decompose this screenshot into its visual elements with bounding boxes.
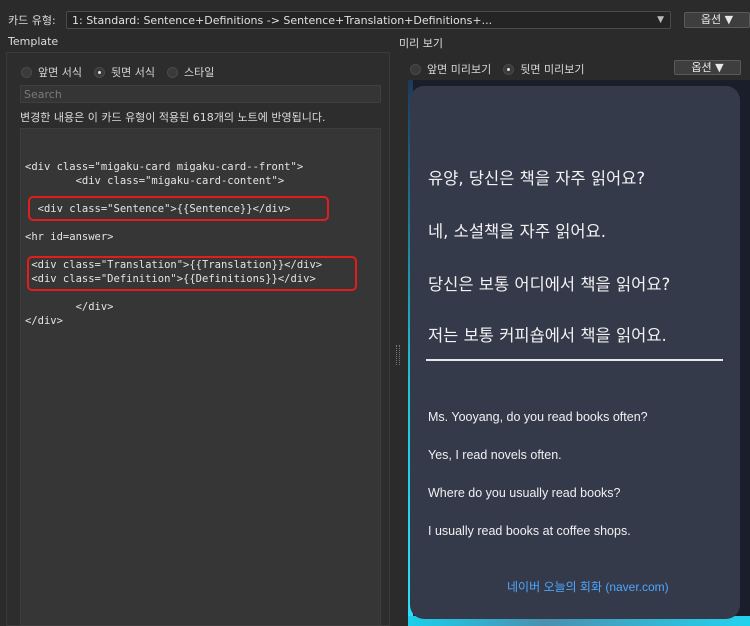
code-line: <hr id=answer> [25, 231, 114, 243]
tab-styling[interactable]: 스타일 [166, 64, 215, 80]
translation-line: Where do you usually read books? [428, 486, 621, 500]
tab-front-template[interactable]: 앞면 서식 [21, 64, 82, 80]
sentence-line: 당신은 보통 어디에서 책을 읽어요? [428, 275, 671, 294]
options-button-top[interactable]: 옵션 ▼ [684, 12, 750, 28]
highlight-box-sentence [28, 196, 329, 221]
sentence-line: 저는 보통 커피숍에서 책을 읽어요. [428, 326, 667, 345]
sentence-line: 네, 소설책을 자주 읽어요. [428, 222, 607, 241]
sentence-line: 유양, 당신은 책을 자주 읽어요? [428, 169, 646, 188]
card-type-label: 카드 유형: [8, 14, 56, 27]
template-tabs: 앞면 서식 뒷면 서식 스타일 [21, 64, 220, 80]
tab-label: 스타일 [183, 66, 215, 79]
radio-icon [166, 66, 178, 78]
code-line: <div class="migaku-card migaku-card--fro… [25, 161, 304, 173]
card-type-select[interactable]: 1: Standard: Sentence+Definitions -> Sen… [66, 11, 671, 29]
source-link[interactable]: 네이버 오늘의 회화 (naver.com) [507, 578, 669, 595]
tab-label: 앞면 미리보기 [427, 63, 492, 76]
search-input[interactable] [20, 85, 381, 103]
tab-front-preview[interactable]: 앞면 미리보기 [410, 61, 491, 77]
answer-divider [426, 359, 723, 361]
code-line: </div> [25, 315, 63, 327]
tab-label: 뒷면 미리보기 [520, 63, 585, 76]
chevron-down-icon: ▼ [657, 15, 664, 25]
translation-line: I usually read books at coffee shops. [428, 524, 631, 538]
translation-line: Yes, I read novels often. [428, 448, 562, 462]
notice-text: 변경한 내용은 이 카드 유형이 적용된 618개의 노트에 반영됩니다. [20, 111, 326, 124]
tab-back-preview[interactable]: 뒷면 미리보기 [503, 61, 584, 77]
translation-line: Ms. Yooyang, do you read books often? [428, 410, 648, 424]
tab-label: 앞면 서식 [38, 66, 82, 79]
tab-back-template[interactable]: 뒷면 서식 [93, 64, 155, 80]
radio-icon [21, 66, 32, 78]
preview-section-title: 미리 보기 [399, 37, 443, 50]
card-type-value: 1: Standard: Sentence+Definitions -> Sen… [72, 14, 493, 27]
preview-tabs: 앞면 미리보기 뒷면 미리보기 [410, 61, 590, 77]
tab-label: 뒷면 서식 [110, 66, 155, 79]
radio-selected-icon [93, 66, 105, 78]
radio-icon [410, 63, 421, 75]
radio-selected-icon [503, 63, 515, 75]
preview-options-button[interactable]: 옵션 ▼ [674, 60, 741, 75]
code-line: <div class="migaku-card-content"> [25, 175, 285, 187]
template-section-title: Template [8, 35, 59, 48]
highlight-box-translation [27, 256, 357, 291]
card-type-bar: 카드 유형: 1: Standard: Sentence+Definitions… [0, 0, 750, 36]
code-line: </div> [25, 301, 114, 313]
